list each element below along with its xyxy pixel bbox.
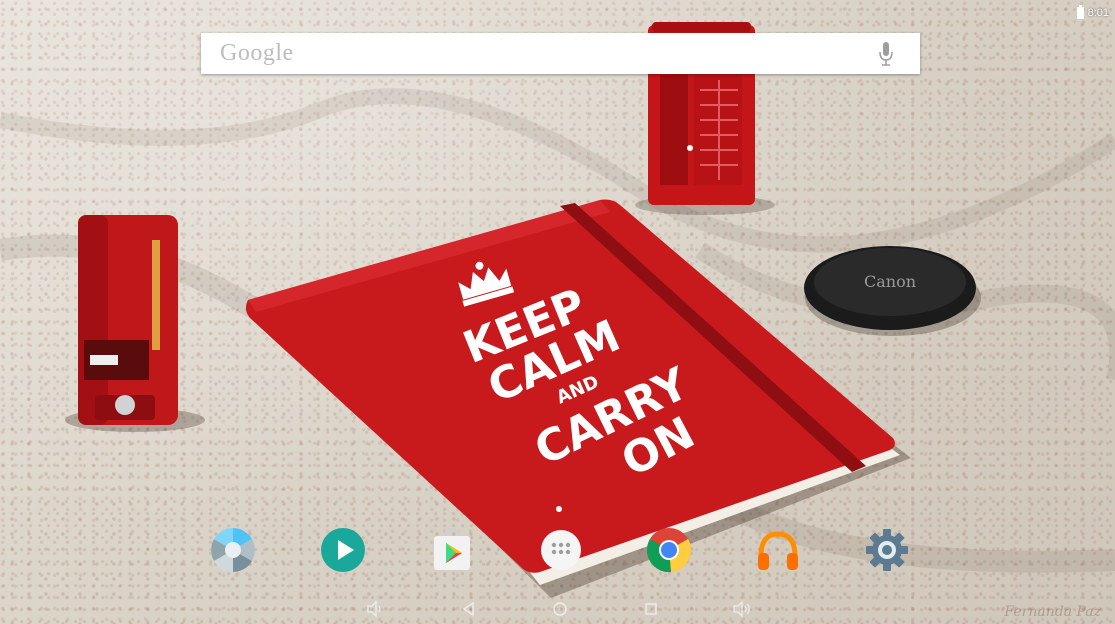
camera-shutter-icon <box>211 528 255 572</box>
play-store-icon <box>434 528 470 570</box>
gear-icon <box>866 529 908 571</box>
home-button[interactable] <box>548 598 572 620</box>
status-clock: 8:01 <box>1087 7 1109 19</box>
volume-up-button[interactable] <box>730 598 754 620</box>
volume-down-icon <box>367 600 381 618</box>
page-indicator <box>556 506 562 512</box>
battery-icon <box>1076 5 1084 19</box>
double-decker-bus <box>78 215 178 425</box>
volume-up-icon <box>733 600 750 618</box>
app-drawer-button[interactable] <box>537 526 585 574</box>
back-icon <box>462 601 474 617</box>
lens-cap-text: Canon <box>864 272 916 291</box>
recents-icon <box>645 603 657 615</box>
back-button[interactable] <box>457 598 481 620</box>
wallpaper-signature: Fernanda Paz <box>1004 604 1101 620</box>
play-music-app-button[interactable] <box>754 526 802 574</box>
headphones-icon <box>758 531 798 570</box>
lens-cap: Canon <box>804 246 981 336</box>
app-drawer-icon <box>541 530 581 570</box>
recents-button[interactable] <box>639 598 663 620</box>
camera-app-button[interactable] <box>209 526 257 574</box>
play-store-app-button[interactable] <box>428 526 476 574</box>
google-search-bar[interactable]: Google <box>201 33 920 74</box>
status-bar: 8:01 <box>1076 4 1109 22</box>
home-icon <box>553 602 567 616</box>
google-logo: Google <box>220 40 294 66</box>
mic-icon[interactable] <box>878 40 894 68</box>
settings-app-button[interactable] <box>863 526 911 574</box>
volume-down-button[interactable] <box>363 598 387 620</box>
chrome-icon <box>646 528 692 573</box>
play-movies-app-button[interactable] <box>319 526 367 574</box>
chrome-app-button[interactable] <box>645 526 693 574</box>
play-movies-icon <box>321 528 365 572</box>
